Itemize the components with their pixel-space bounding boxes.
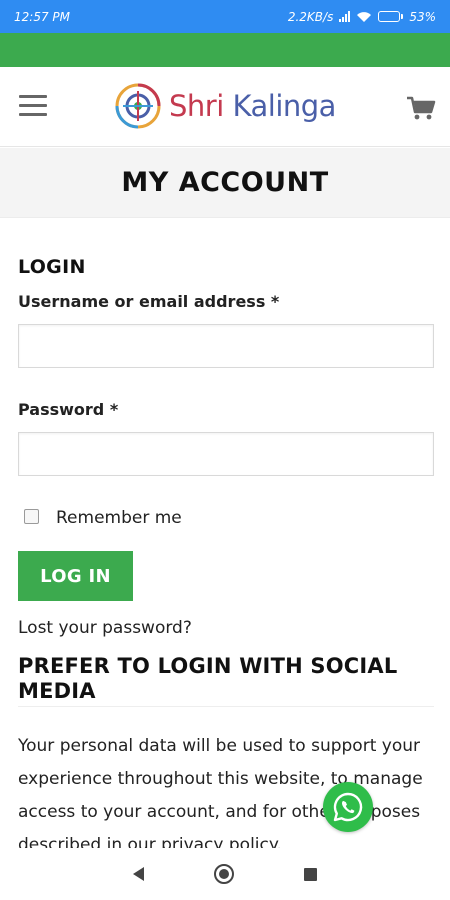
- logo-emblem-icon: [115, 83, 161, 129]
- cart-icon: [407, 96, 436, 120]
- lost-password-link[interactable]: Lost your password?: [18, 618, 192, 638]
- password-input[interactable]: [18, 432, 434, 476]
- site-logo[interactable]: Shri Kalinga: [115, 83, 336, 129]
- recent-apps-icon[interactable]: [304, 867, 317, 881]
- whatsapp-icon: [333, 792, 363, 822]
- login-button[interactable]: LOG IN: [18, 551, 133, 601]
- logo-text-kalinga: Kalinga: [232, 89, 337, 123]
- battery-icon: [378, 11, 404, 22]
- password-label: Password *: [18, 400, 119, 419]
- logo-text-shri: Shri: [169, 89, 224, 123]
- site-header: Shri Kalinga: [0, 67, 450, 147]
- status-time: 12:57 PM: [14, 9, 70, 24]
- username-label: Username or email address *: [18, 292, 280, 311]
- login-heading: LOGIN: [18, 256, 86, 278]
- page-title-band: MY ACCOUNT: [0, 148, 450, 218]
- network-speed: 2.2KB/s: [287, 9, 334, 24]
- social-login-heading: PREFER TO LOGIN WITH SOCIAL MEDIA: [18, 654, 398, 703]
- remember-me-checkbox[interactable]: [24, 509, 39, 524]
- status-indicators: 2.2KB/s 53%: [288, 10, 436, 24]
- whatsapp-chat-button[interactable]: [323, 782, 373, 832]
- page-title: MY ACCOUNT: [121, 167, 329, 198]
- cart-button[interactable]: [406, 95, 436, 121]
- username-input[interactable]: [18, 324, 434, 368]
- status-bar: 12:57 PM 2.2KB/s 53%: [0, 0, 450, 33]
- remember-me-label[interactable]: Remember me: [56, 508, 182, 528]
- back-icon[interactable]: [133, 867, 144, 881]
- privacy-notice: Your personal data will be used to suppo…: [18, 736, 423, 848]
- battery-percent: 53%: [409, 9, 436, 24]
- hamburger-menu-button[interactable]: [19, 95, 47, 117]
- system-nav-bar: [0, 848, 450, 900]
- logo-text: Shri Kalinga: [169, 89, 336, 123]
- top-banner: [0, 33, 450, 67]
- signal-icon: [339, 11, 351, 22]
- home-icon[interactable]: [214, 864, 234, 884]
- wifi-icon: [357, 11, 372, 22]
- divider: [18, 706, 434, 707]
